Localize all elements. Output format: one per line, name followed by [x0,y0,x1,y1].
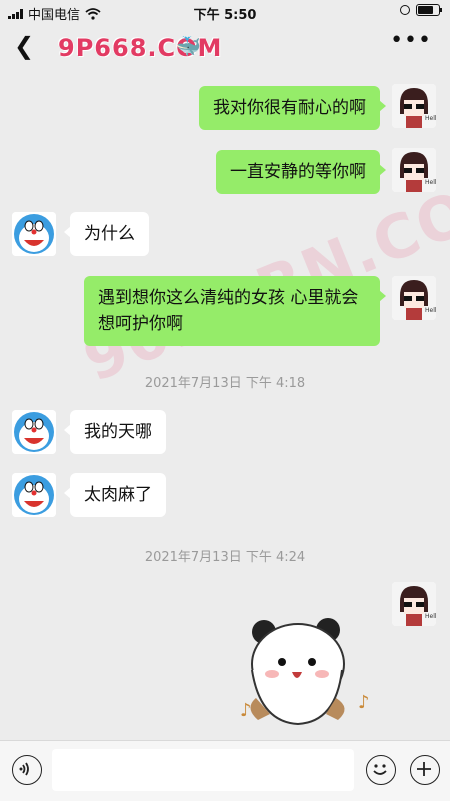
svg-text:♪: ♪ [358,692,370,713]
panda-bear-sticker[interactable]: ♪ ♪ [236,612,376,730]
status-time: 下午 5:50 [193,8,257,23]
contact-avatar[interactable] [12,410,56,454]
self-avatar[interactable]: Hello [392,582,436,626]
rotation-lock-icon [400,5,410,15]
message-row: 为什么 [0,212,450,260]
message-input[interactable] [52,749,354,791]
chat-area[interactable]: 90PORN.COM 我对你很有耐心的啊 Hello 一直安静的等你啊 Hell… [0,70,450,800]
emoji-icon[interactable] [366,755,396,785]
message-bubble[interactable]: 我对你很有耐心的啊 [199,86,386,130]
status-bar: 中国电信 下午 5:50 [0,0,450,24]
timestamp: 2021年7月13日 下午 4:24 [144,550,306,565]
nav-bar: ❮ 9P668.COM 🐳 ••• [0,24,450,70]
contact-avatar[interactable] [12,212,56,256]
self-avatar[interactable]: Hello [392,84,436,128]
message-row: 遇到想你这么清纯的女孩 心里就会想呵护你啊 Hello [0,276,450,348]
status-right [400,4,442,16]
battery-fill [418,6,433,14]
message-row: 太肉麻了 [0,473,450,521]
message-row: 我对你很有耐心的啊 Hello [0,84,450,132]
message-bubble[interactable]: 遇到想你这么清纯的女孩 心里就会想呵护你啊 [84,276,386,346]
chevron-left-icon[interactable]: ❮ [14,32,34,60]
message-bubble[interactable]: 太肉麻了 [64,473,166,517]
message-bubble[interactable]: 为什么 [64,212,149,256]
message-row: Hello ♪ ♪ [0,582,450,732]
whale-icon: 🐳 [176,34,207,58]
message-bubble[interactable]: 一直安静的等你啊 [216,150,386,194]
timestamp: 2021年7月13日 下午 4:18 [144,376,306,391]
self-avatar[interactable]: Hello [392,276,436,320]
contact-avatar[interactable] [12,473,56,517]
svg-text:Hello: Hello [425,613,436,620]
battery-icon [416,4,442,16]
svg-text:Hello: Hello [425,115,436,122]
svg-text:Hello: Hello [425,179,436,186]
svg-text:♪: ♪ [240,700,252,721]
voice-icon[interactable] [12,755,42,785]
svg-text:Hello: Hello [425,307,436,314]
plus-icon[interactable] [410,755,440,785]
more-dots-icon[interactable]: ••• [390,28,432,53]
self-avatar[interactable]: Hello [392,148,436,192]
message-row: 我的天哪 [0,410,450,458]
message-bubble[interactable]: 我的天哪 [64,410,166,454]
input-bar [0,740,450,801]
message-row: 一直安静的等你啊 Hello [0,148,450,196]
